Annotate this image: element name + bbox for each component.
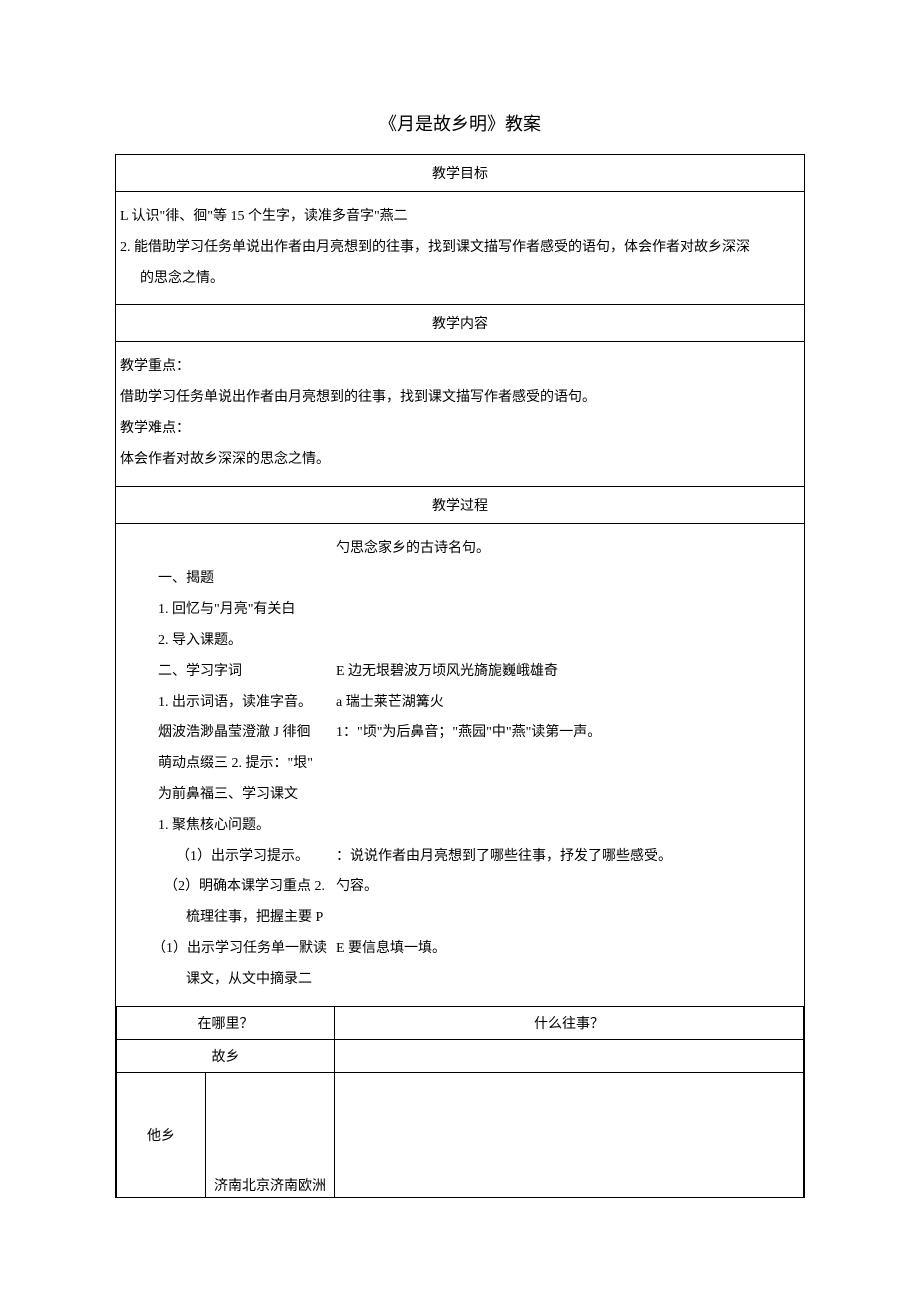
main-table: 教学目标 L 认识"徘、徊"等 15 个生字，读准多音字"燕二 2. 能借助学习…	[115, 154, 805, 1198]
right-r7: E 要信息填一填。	[336, 934, 804, 965]
inner-r1c2	[335, 1039, 804, 1072]
process-left-col: 一、揭题 1. 回忆与"月亮"有关白 2. 导入课题。 二、学习字词 1. 出示…	[116, 524, 336, 1006]
left-l9: 1. 聚焦核心问题。	[116, 811, 336, 842]
goals-line-2b: 的思念之情。	[116, 264, 804, 295]
left-l3: 2. 导入课题。	[116, 626, 336, 657]
difficulty-label: 教学难点：	[116, 414, 804, 445]
process-header: 教学过程	[116, 486, 805, 523]
left-l8: 为前鼻福三、学习课文	[116, 780, 336, 811]
left-l14: 课文，从文中摘录二	[116, 965, 336, 996]
right-r3: a 瑞士莱芒湖篝火	[336, 688, 804, 719]
right-r1: 勺思念家乡的古诗名句。	[336, 534, 804, 565]
left-l11: （2）明确本课学习重点 2.	[116, 872, 336, 903]
document-title: 《月是故乡明》教案	[115, 110, 805, 136]
left-l5: 1. 出示词语，读准字音。	[116, 688, 336, 719]
goals-header: 教学目标	[116, 155, 805, 192]
inner-r3c2: 济南北京济南欧洲	[206, 1169, 335, 1197]
inner-r2c2-empty	[206, 1072, 335, 1169]
inner-h2: 什么往事？	[335, 1006, 804, 1039]
process-right-col: 勺思念家乡的古诗名句。 E 边无垠碧波万顷风光旖旎巍峨雄奇 a 瑞士莱芒湖篝火 …	[336, 524, 804, 1006]
focus-label: 教学重点：	[116, 352, 804, 383]
left-l7: 萌动点缀三 2. 提示："垠"	[116, 749, 336, 780]
focus-text: 借助学习任务单说出作者由月亮想到的往事，找到课文描写作者感受的语句。	[116, 383, 804, 414]
left-l6: 烟波浩渺晶莹澄澈 J 徘徊	[116, 718, 336, 749]
left-l1: 一、揭题	[116, 564, 336, 595]
inner-r2c3	[335, 1072, 804, 1169]
content-block: 教学重点： 借助学习任务单说出作者由月亮想到的往事，找到课文描写作者感受的语句。…	[116, 342, 804, 485]
right-r5: ：说说作者由月亮想到了哪些往事，抒发了哪些感受。	[336, 842, 804, 873]
left-l12: 梳理往事，把握主要 P	[116, 903, 336, 934]
inner-r1c1: 故乡	[117, 1039, 335, 1072]
inner-r2c1: 他乡	[117, 1072, 206, 1197]
inner-table: 在哪里？ 什么往事？ 故乡 他乡 济南北京	[116, 1006, 804, 1197]
inner-r3c3	[335, 1169, 804, 1197]
content-header: 教学内容	[116, 305, 805, 342]
left-l4: 二、学习字词	[116, 657, 336, 688]
right-r4: 1："顷"为后鼻音；"燕园"中"燕"读第一声。	[336, 718, 804, 749]
goals-line-2: 2. 能借助学习任务单说出作者由月亮想到的往事，找到课文描写作者感受的语句，体会…	[116, 233, 804, 264]
right-r2: E 边无垠碧波万顷风光旖旎巍峨雄奇	[336, 657, 804, 688]
left-l13: （1）出示学习任务单一默读	[116, 934, 336, 965]
right-r6: 勺容。	[336, 872, 804, 903]
process-two-col: 一、揭题 1. 回忆与"月亮"有关白 2. 导入课题。 二、学习字词 1. 出示…	[116, 524, 804, 1006]
difficulty-text: 体会作者对故乡深深的思念之情。	[116, 445, 804, 476]
left-l2: 1. 回忆与"月亮"有关白	[116, 595, 336, 626]
goals-content: L 认识"徘、徊"等 15 个生字，读准多音字"燕二 2. 能借助学习任务单说出…	[116, 192, 804, 304]
left-l10: （1）出示学习提示。	[116, 842, 336, 873]
inner-h1: 在哪里？	[117, 1006, 335, 1039]
goals-line-1: L 认识"徘、徊"等 15 个生字，读准多音字"燕二	[116, 202, 804, 233]
